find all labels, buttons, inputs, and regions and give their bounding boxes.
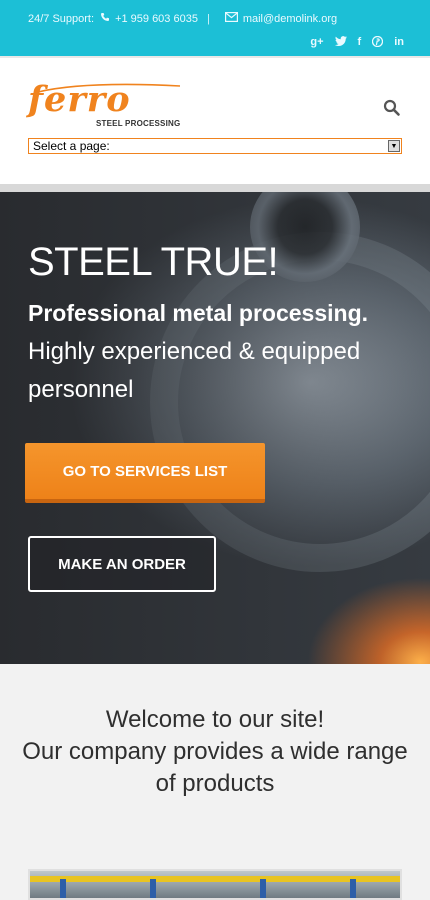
linkedin-icon[interactable]: in: [394, 36, 404, 50]
google-plus-icon[interactable]: g+: [310, 36, 323, 50]
page-select-dropdown[interactable]: Select a page: ▼: [28, 138, 402, 154]
support-label: 24/7 Support:: [28, 12, 95, 25]
ferro-logo[interactable]: ferro STEEL PROCESSING: [28, 82, 188, 129]
hero-subtitle: Highly experienced & equipped personnel: [28, 338, 361, 403]
photo-beam: [30, 876, 400, 882]
welcome-text: Our company provides a wide range of pro…: [22, 738, 408, 797]
photo-column: [60, 879, 66, 898]
photo-column: [150, 879, 156, 898]
header-divider: [0, 184, 430, 192]
chevron-down-icon: ▼: [388, 140, 400, 152]
top-bar: 24/7 Support: +1 959 603 6035 | mail@dem…: [0, 0, 430, 56]
make-order-button[interactable]: MAKE AN ORDER: [28, 536, 216, 592]
welcome-heading: Welcome to our site!: [105, 706, 325, 733]
contact-info: 24/7 Support: +1 959 603 6035 | mail@dem…: [28, 12, 337, 25]
mail-icon: [224, 12, 238, 25]
hero-lead: Professional metal processing.: [28, 300, 369, 326]
phone-icon: [100, 12, 110, 25]
photo-column: [350, 879, 356, 898]
hero-title: STEEL TRUE!: [28, 240, 279, 284]
welcome-section: Welcome to our site! Our company provide…: [0, 664, 430, 900]
factory-photo: [28, 869, 402, 900]
pinterest-icon[interactable]: [372, 35, 384, 50]
site-header: ferro STEEL PROCESSING Select a page: ▼: [0, 56, 430, 184]
separator: |: [206, 12, 210, 25]
hero-banner: STEEL TRUE! Professional metal processin…: [0, 192, 430, 664]
logo-swoosh-icon: [37, 83, 181, 93]
page-select-value: Select a page:: [33, 139, 110, 153]
social-links: g+ f in: [310, 35, 404, 50]
phone-number[interactable]: +1 959 603 6035: [115, 13, 198, 25]
search-icon[interactable]: [383, 99, 401, 117]
photo-column: [260, 879, 266, 898]
twitter-icon[interactable]: [334, 36, 347, 50]
services-list-button[interactable]: GO TO SERVICES LIST: [25, 443, 265, 503]
facebook-icon[interactable]: f: [358, 36, 362, 50]
logo-tagline: STEEL PROCESSING: [96, 119, 181, 128]
email-link[interactable]: mail@demolink.org: [243, 13, 337, 25]
